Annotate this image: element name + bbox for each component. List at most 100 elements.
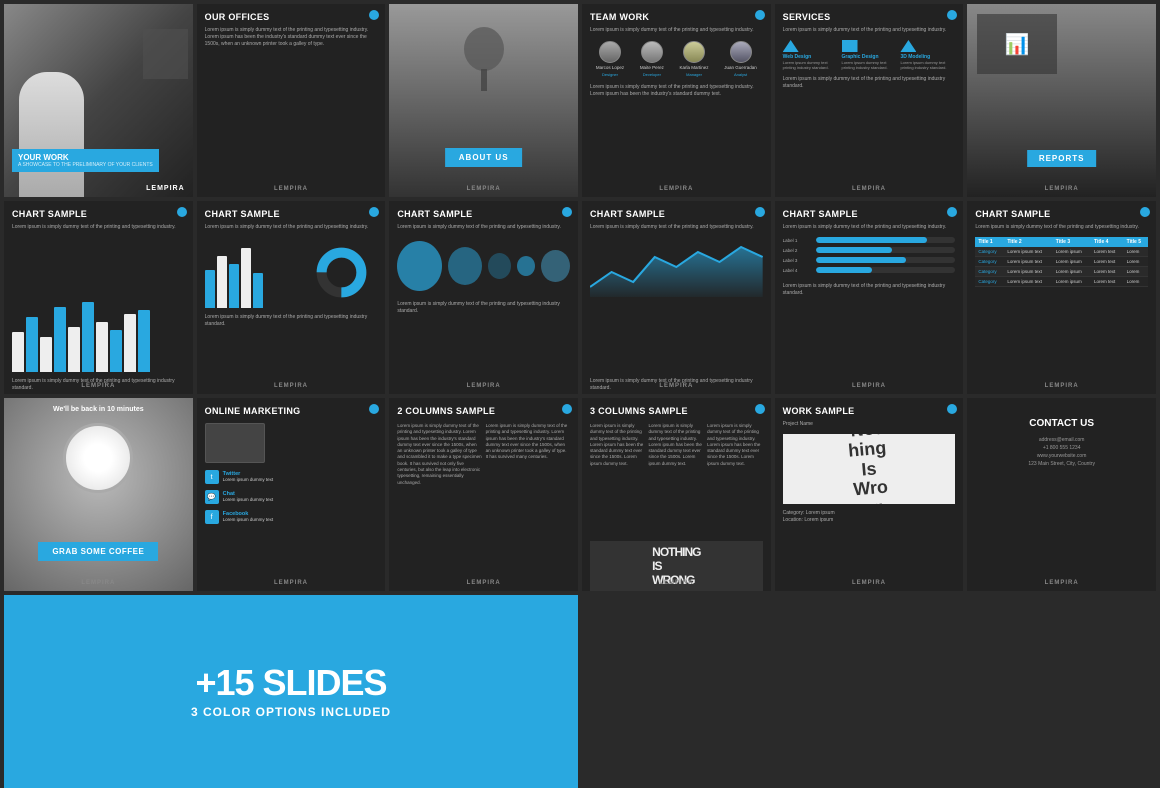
table-cell: Lorem (1124, 267, 1148, 277)
col-header: Title 5 (1124, 237, 1148, 247)
person-silhouette (19, 72, 84, 197)
service-desc: Lorem ipsum dummy text printing industry… (842, 60, 897, 70)
table-cell: Lorem text (1091, 267, 1124, 277)
footer-brand: LEMPIRA (967, 383, 1156, 389)
slide-title: CHART SAMPLE (967, 201, 1156, 222)
coffee-cup (63, 423, 133, 493)
avatar-role: Analyst (734, 72, 747, 77)
badge (562, 207, 572, 217)
slide-extra: Lorem ipsum is simply dummy text of the … (775, 281, 964, 299)
marketing-text: Lorem ipsum dummy text (223, 477, 274, 483)
col-3: Lorem ipsum is simply dummy text of the … (707, 423, 763, 537)
slide-grid: YOUR WORK A SHOWCASE TO THE PRELIMINARY … (0, 0, 1160, 772)
data-table: Title 1 Title 2 Title 3 Title 4 Title 5 … (975, 237, 1148, 287)
table-cell: Lorem (1124, 247, 1148, 257)
hbar-label: Label 3 (783, 258, 813, 263)
slide-our-offices: OUR OFFICES Lorem ipsum is simply dummy … (197, 4, 386, 197)
coffee-button[interactable]: GRAB SOME COFFEE (38, 542, 158, 561)
graphic-design-icon (842, 40, 858, 52)
contact-title: CONTACT US (967, 398, 1156, 434)
table-cell: Lorem text (1091, 277, 1124, 287)
slide-body-text: Lorem ipsum is simply dummy text of the … (4, 222, 193, 233)
slide-extra: Lorem ipsum is simply dummy text of the … (197, 312, 386, 330)
your-work-label: YOUR WORK A SHOWCASE TO THE PRELIMINARY … (12, 149, 159, 172)
avatar-role: Designer (602, 72, 618, 77)
reports-bg-element: 📊 (977, 14, 1057, 74)
reports-button[interactable]: REPORTS (1027, 150, 1097, 167)
laptop-screen (205, 423, 265, 463)
slide-body-text: Lorem ipsum is simply dummy text of the … (197, 222, 386, 233)
bar (138, 310, 150, 372)
promo-sub-text: 3 COLOR OPTIONS INCLUDED (191, 705, 391, 719)
table-cell: Lorem ipsum (1053, 247, 1091, 257)
brand-lempira: LEMPIRA (146, 185, 185, 192)
slide-subtitle: A SHOWCASE TO THE PRELIMINARY OF YOUR CL… (18, 162, 153, 168)
marketing-chat: 💬 Chat Lorem ipsum dummy text (197, 487, 386, 507)
slide-extra: Lorem ipsum is simply dummy text of the … (389, 299, 578, 317)
donut-chart (306, 237, 377, 308)
badge (562, 404, 572, 414)
avatar-name: Maite Perez (640, 65, 664, 70)
laptop-image (197, 419, 386, 467)
bar-group (205, 248, 303, 308)
twitter-icon: t (205, 470, 219, 484)
hbar-track (816, 247, 956, 253)
slide-title: ONLINE MARKETING (197, 398, 386, 419)
avatar-3: Karla Martinez Manager (680, 41, 709, 77)
badge (755, 404, 765, 414)
chat-icon: 💬 (205, 490, 219, 504)
table-cell: Lorem text (1091, 257, 1124, 267)
bar (229, 264, 239, 308)
slide-main-title: YOUR WORK (18, 153, 153, 162)
two-col-layout: Lorem ipsum is simply dummy text of the … (389, 419, 578, 591)
slide-details: Category: Lorem ipsumLocation: Lorem ips… (775, 508, 964, 526)
slide-title: CHART SAMPLE (4, 201, 193, 222)
bar (253, 273, 263, 308)
bubble-chart (389, 233, 578, 299)
slide-2-columns: 2 COLUMNS SAMPLE Lorem ipsum is simply d… (389, 398, 578, 591)
footer-brand: LEMPIRA (197, 580, 386, 586)
col-header: Title 2 (1004, 237, 1052, 247)
hbar-row: Label 2 (783, 247, 956, 253)
service-graphic: Graphic Design Lorem ipsum dummy text pr… (842, 40, 897, 70)
bar (217, 256, 227, 308)
slide-services: SERVICES Lorem ipsum is simply dummy tex… (775, 4, 964, 197)
slide-title: CHART SAMPLE (197, 201, 386, 222)
promo-main-text: +15 SLIDES (195, 665, 386, 701)
table-cell: Lorem (1124, 277, 1148, 287)
hbar-row: Label 1 (783, 237, 956, 243)
footer-brand: LEMPIRA (389, 186, 578, 192)
service-3d: 3D Modeling Lorem ipsum dummy text print… (900, 40, 955, 70)
slide-about-us: ABOUT US LEMPIRA (389, 4, 578, 197)
bar (110, 330, 122, 372)
slide-title: CHART SAMPLE (582, 201, 771, 222)
badge (755, 10, 765, 20)
table-row: Category Lorem ipsum text Lorem ipsum Lo… (975, 257, 1148, 267)
hbar-label: Label 1 (783, 238, 813, 243)
col-1: Lorem ipsum is simply dummy text of the … (590, 423, 646, 537)
slide-title: TEAM WORK (582, 4, 771, 25)
slide-body-text: Lorem ipsum is simply dummy text of the … (775, 25, 964, 36)
contact-details: address@email.com +1 800 555 1234 www.yo… (967, 434, 1156, 470)
slide-body-text: Lorem ipsum is simply dummy text of the … (197, 25, 386, 50)
coffee-text: We'll be back in 10 minutes (4, 406, 193, 413)
hbar-track (816, 267, 956, 273)
table-cell: Lorem ipsum text (1004, 267, 1052, 277)
avatar-role: Developer (643, 72, 661, 77)
service-web: Web Design Lorem ipsum dummy text printi… (783, 40, 838, 70)
bubble-alt (541, 250, 570, 282)
badge (177, 207, 187, 217)
slide-work-sample: WORK SAMPLE Project Name NothingIsWrong … (775, 398, 964, 591)
bubble-md (448, 247, 482, 285)
footer-brand: LEMPIRA (967, 580, 1156, 586)
table-cell: Category (975, 277, 1004, 287)
avatar-2: Maite Perez Developer (640, 41, 664, 77)
footer-brand: LEMPIRA (967, 186, 1156, 192)
slide-title: SERVICES (775, 4, 964, 25)
table-container: Title 1 Title 2 Title 3 Title 4 Title 5 … (967, 233, 1156, 291)
bar (124, 314, 136, 372)
about-us-button[interactable]: ABOUT US (445, 148, 523, 167)
col-header: Title 1 (975, 237, 1004, 247)
bar (26, 317, 38, 372)
footer-brand: LEMPIRA (389, 383, 578, 389)
